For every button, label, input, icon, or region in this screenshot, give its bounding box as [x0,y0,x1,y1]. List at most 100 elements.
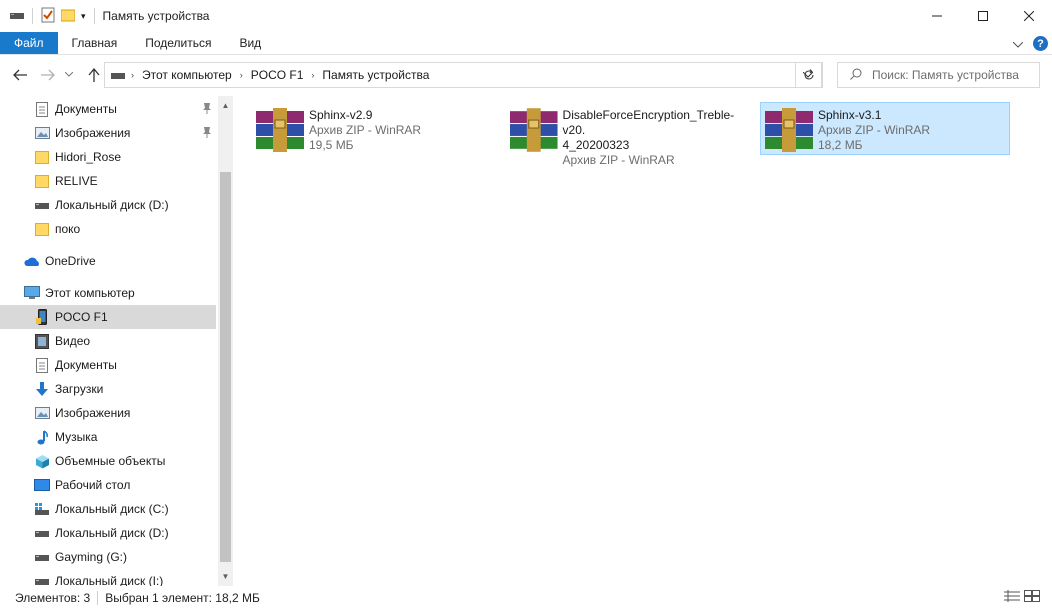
file-type: Архив ZIP - WinRAR [818,123,931,137]
selection-info: Выбран 1 элемент: 18,2 МБ [105,590,260,605]
help-icon[interactable]: ? [1033,36,1048,51]
file-size: 18,2 МБ [818,138,863,152]
nav-item-pictures-pinned[interactable]: Изображения [0,121,216,145]
back-button[interactable] [9,64,31,86]
status-separator [97,590,99,605]
drive-icon [111,68,125,82]
window-title: Память устройства [102,9,210,23]
drive-icon[interactable] [10,9,24,23]
file-tile-disableforceencryption[interactable]: DisableForceEncryption_Treble-v20. 4_202… [505,103,755,167]
nav-item-label: Локальный диск (D:) [55,526,169,540]
nav-item-pictures[interactable]: Изображения [0,401,216,425]
nav-item-hidori-rose[interactable]: Hidori_Rose [0,145,216,169]
nav-item-poco-f1[interactable]: POCO F1 [0,305,216,329]
nav-item-this-pc[interactable]: Этот компьютер [0,281,216,305]
expand-ribbon-icon[interactable] [1012,37,1024,51]
nav-item-gayming-g[interactable]: Gayming (G:) [0,545,216,569]
folder-icon [34,221,50,237]
nav-item-downloads[interactable]: Загрузки [0,377,216,401]
new-folder-icon[interactable] [60,8,76,25]
minimize-button[interactable] [914,0,960,32]
drive-icon [34,525,50,541]
address-row: › Этот компьютер › POCO F1 › Память устр… [0,55,1052,95]
file-name-line1: DisableForceEncryption_Treble-v20. [562,108,735,137]
nav-item-label: Документы [55,102,117,116]
nav-item-label: Рабочий стол [55,478,131,492]
file-name: Sphinx-v2.9 [309,108,373,122]
nav-item-local-disk-c[interactable]: Локальный диск (C:) [0,497,216,521]
crumb-separator: › [311,70,315,80]
nav-item-local-disk-i[interactable]: Локальный диск (I:) [0,569,216,586]
music-icon [34,429,50,445]
scroll-up-button[interactable]: ▲ [218,98,233,113]
nav-item-label: Локальный диск (D:) [55,198,169,212]
separator [32,8,33,24]
nav-item-music[interactable]: Музыка [0,425,216,449]
nav-item-label: OneDrive [45,254,96,268]
refresh-button[interactable] [795,62,823,88]
navigation-pane: Документы Изображения Hidori_Rose RELIVE… [0,96,232,586]
tab-home[interactable]: Главная [58,32,132,54]
nav-item-label: Gayming (G:) [55,550,128,564]
large-icons-view-icon[interactable] [1024,590,1040,605]
file-list: Sphinx-v2.9 Архив ZIP - WinRAR 19,5 МБ D… [234,96,1052,586]
breadcrumb-this-pc[interactable]: Этот компьютер [142,68,232,82]
breadcrumb-device-storage[interactable]: Память устройства [322,68,429,82]
drive-icon [34,573,50,586]
pin-icon[interactable] [202,126,212,141]
scroll-down-button[interactable]: ▼ [218,569,233,584]
nav-item-label: Документы [55,358,117,372]
tab-share[interactable]: Поделиться [131,32,225,54]
winrar-archive-icon [256,108,304,152]
nav-item-label: Объемные объекты [55,454,166,468]
nav-item-label: Изображения [55,406,131,420]
nav-item-onedrive[interactable]: OneDrive [0,249,216,273]
3d-objects-icon [34,453,50,469]
nav-item-label: Hidori_Rose [55,150,122,164]
details-view-icon[interactable] [1004,590,1020,605]
desktop-icon [34,477,50,493]
crumb-separator: › [239,70,243,80]
nav-item-local-disk-d-quick[interactable]: Локальный диск (D:) [0,193,216,217]
ribbon-tabs: Файл Главная Поделиться Вид ? [0,32,1052,55]
nav-item-videos[interactable]: Видео [0,329,216,353]
recent-locations-button[interactable] [62,64,76,86]
item-count: Элементов: 3 [15,590,91,605]
nav-item-label: Загрузки [55,382,104,396]
pin-icon[interactable] [202,102,212,117]
search-input[interactable]: Поиск: Память устройства [837,62,1040,88]
maximize-button[interactable] [960,0,1006,32]
nav-item-relive[interactable]: RELIVE [0,169,216,193]
forward-button[interactable] [37,64,59,86]
pictures-icon [34,405,50,421]
nav-item-poko[interactable]: поко [0,217,216,241]
status-bar: Элементов: 3 Выбран 1 элемент: 18,2 МБ [0,586,1052,609]
tab-file[interactable]: Файл [0,32,58,54]
nav-item-label: поко [55,222,81,236]
folder-icon [34,173,50,189]
breadcrumb-poco-f1[interactable]: POCO F1 [251,68,304,82]
customize-qat-icon[interactable]: ▾ [81,11,86,22]
nav-item-documents[interactable]: Документы [0,353,216,377]
tab-view[interactable]: Вид [225,32,275,54]
nav-item-documents-pinned[interactable]: Документы [0,97,216,121]
nav-scrollbar[interactable]: ▲ ▼ [218,96,233,586]
properties-icon[interactable] [41,7,55,26]
nav-item-label: Локальный диск (C:) [55,502,169,516]
file-name: Sphinx-v3.1 [818,108,882,122]
documents-icon [34,357,50,373]
scroll-thumb[interactable] [220,172,231,562]
nav-item-local-disk-d[interactable]: Локальный диск (D:) [0,521,216,545]
file-tile-sphinx-v3-1[interactable]: Sphinx-v3.1 Архив ZIP - WinRAR 18,2 МБ [760,102,1010,155]
nav-item-3d-objects[interactable]: Объемные объекты [0,449,216,473]
search-placeholder: Поиск: Память устройства [872,68,1019,82]
nav-item-desktop[interactable]: Рабочий стол [0,473,216,497]
close-button[interactable] [1006,0,1052,32]
file-type: Архив ZIP - WinRAR [562,153,675,167]
up-button[interactable] [83,64,105,86]
onedrive-icon [24,253,40,269]
nav-item-label: Музыка [55,430,98,444]
address-bar[interactable]: › Этот компьютер › POCO F1 › Память устр… [104,62,822,88]
winrar-archive-icon [765,108,813,152]
file-tile-sphinx-v2-9[interactable]: Sphinx-v2.9 Архив ZIP - WinRAR 19,5 МБ [251,103,491,157]
